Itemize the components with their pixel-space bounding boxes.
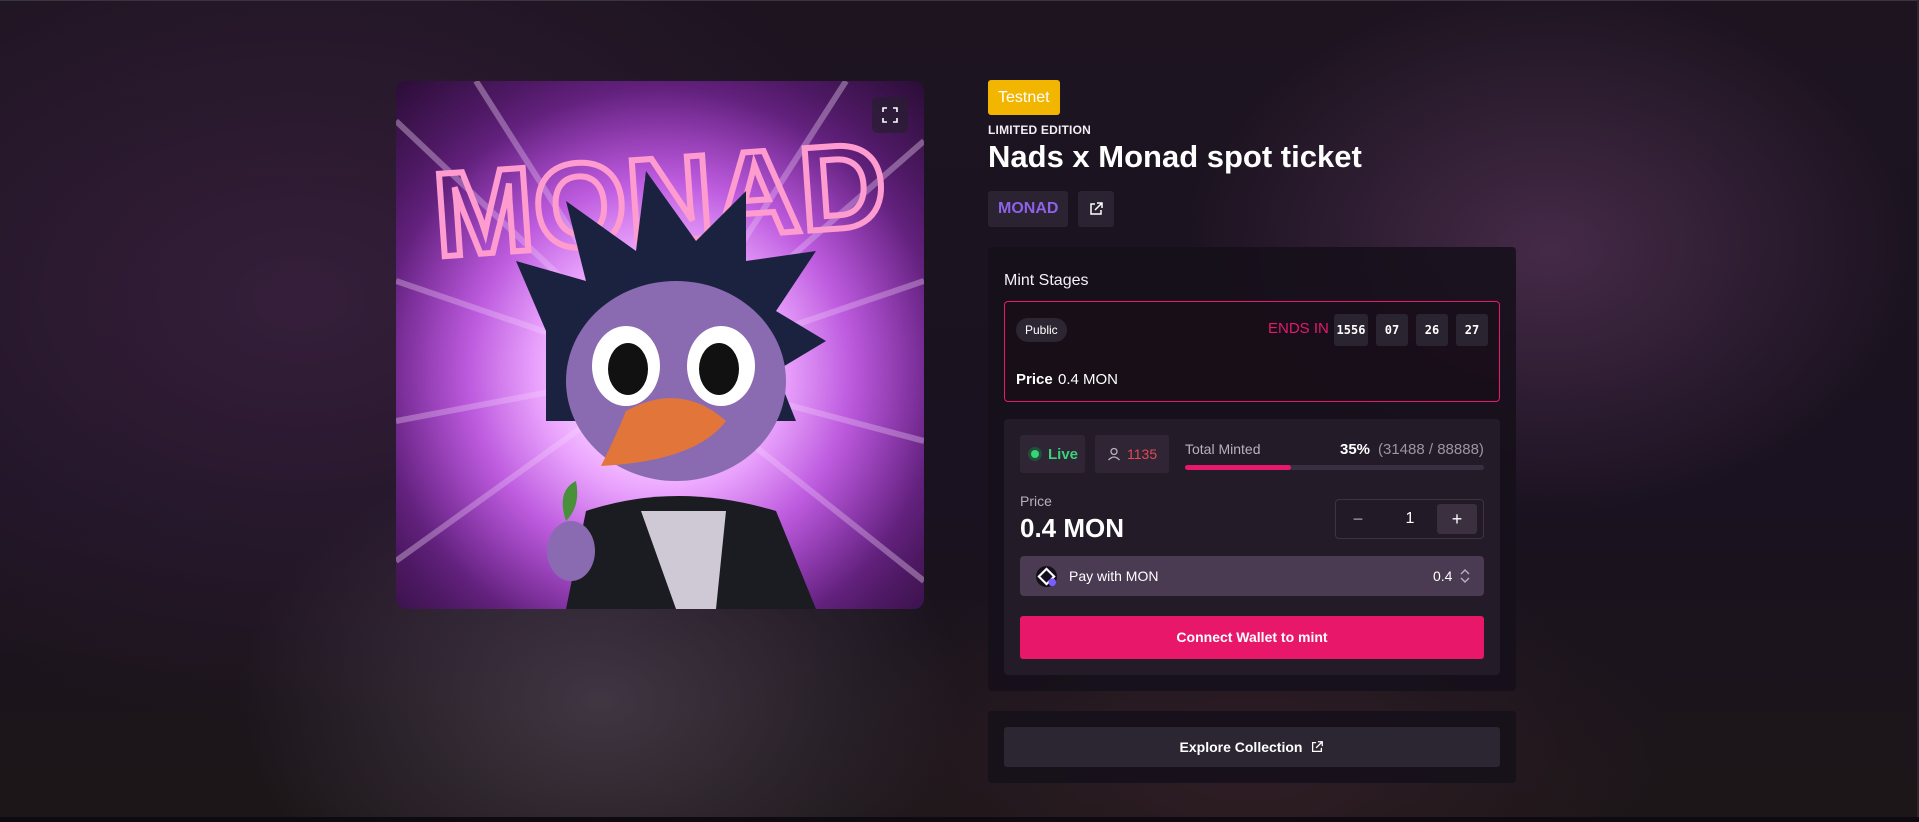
pay-amount: 0.4 <box>1433 568 1453 584</box>
nft-artwork: MONAD <box>396 81 924 609</box>
external-link-button[interactable] <box>1078 191 1114 227</box>
fullscreen-button[interactable] <box>872 97 908 133</box>
total-minted-count: (31488 / 88888) <box>1378 441 1484 458</box>
stage-price-value: 0.4 MON <box>1058 371 1119 388</box>
mint-stages-heading: Mint Stages <box>1004 272 1089 289</box>
live-status-badge: Live <box>1020 435 1085 473</box>
top-border <box>0 0 1919 1</box>
total-minted-percent: 35% <box>1340 441 1371 458</box>
stage-name-badge: Public <box>1016 318 1067 342</box>
creator-link[interactable]: MONAD <box>988 191 1069 227</box>
holders-count: 1135 <box>1127 446 1158 462</box>
bottom-bar <box>0 817 1919 822</box>
live-dot-icon <box>1028 447 1042 461</box>
holders-badge: 1135 <box>1095 435 1169 473</box>
explore-collection-label: Explore Collection <box>1179 739 1303 755</box>
pay-with-label: Pay with MON <box>1069 568 1159 584</box>
price-label: Price <box>1020 493 1052 509</box>
countdown-minutes: 26 <box>1416 314 1448 346</box>
decrement-button[interactable]: − <box>1343 505 1373 533</box>
chevron-updown-icon <box>1460 569 1470 583</box>
increment-button[interactable]: + <box>1437 504 1477 534</box>
mint-progress-bar <box>1185 465 1484 470</box>
artwork-illustration: MONAD <box>396 81 924 609</box>
total-minted-label: Total Minted <box>1185 441 1261 457</box>
live-status-label: Live <box>1048 445 1079 463</box>
stage-price-label: Price <box>1016 371 1053 388</box>
countdown-hours: 07 <box>1376 314 1408 346</box>
external-link-icon <box>1312 741 1324 753</box>
explore-collection-button[interactable]: Explore Collection <box>1004 727 1500 767</box>
network-badge: Testnet <box>988 80 1060 115</box>
user-icon <box>1108 447 1120 461</box>
quantity-input[interactable]: 1 <box>1380 505 1440 533</box>
countdown-days: 1556 <box>1334 314 1368 346</box>
connect-wallet-button[interactable]: Connect Wallet to mint <box>1020 616 1484 659</box>
expand-icon <box>882 107 898 123</box>
price-value: 0.4 MON <box>1020 513 1125 543</box>
edition-label: LIMITED EDITION <box>988 123 1091 137</box>
mon-token-icon <box>1035 565 1058 588</box>
countdown-seconds: 27 <box>1456 314 1488 346</box>
mint-progress-fill <box>1185 465 1291 470</box>
page-title: Nads x Monad spot ticket <box>988 139 1362 174</box>
ends-in-label: ENDS IN <box>1268 320 1329 337</box>
external-link-icon <box>1090 202 1103 215</box>
